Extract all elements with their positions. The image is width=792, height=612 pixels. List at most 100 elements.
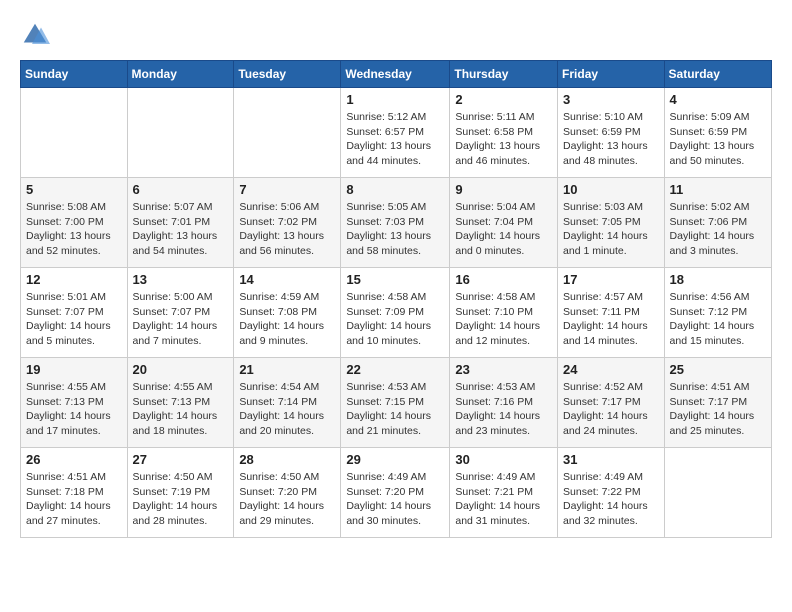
day-number: 8 (346, 182, 444, 197)
cell-content: Sunrise: 5:12 AMSunset: 6:57 PMDaylight:… (346, 110, 444, 169)
day-number: 18 (670, 272, 766, 287)
cell-content: Sunrise: 4:52 AMSunset: 7:17 PMDaylight:… (563, 380, 659, 439)
calendar-week-2: 5 Sunrise: 5:08 AMSunset: 7:00 PMDaylight… (21, 178, 772, 268)
calendar-cell: 10 Sunrise: 5:03 AMSunset: 7:05 PMDayligh… (558, 178, 665, 268)
cell-content: Sunrise: 5:00 AMSunset: 7:07 PMDaylight:… (133, 290, 229, 349)
cell-content: Sunrise: 4:51 AMSunset: 7:17 PMDaylight:… (670, 380, 766, 439)
cell-content: Sunrise: 4:58 AMSunset: 7:10 PMDaylight:… (455, 290, 552, 349)
calendar-cell: 21Sunrise: 4:54 AMSunset: 7:14 PMDayligh… (234, 358, 341, 448)
cell-content: Sunrise: 4:49 AMSunset: 7:22 PMDaylight:… (563, 470, 659, 529)
day-number: 17 (563, 272, 659, 287)
column-header-friday: Friday (558, 61, 665, 88)
cell-content: Sunrise: 4:55 AMSunset: 7:13 PMDaylight:… (133, 380, 229, 439)
calendar-week-5: 26Sunrise: 4:51 AMSunset: 7:18 PMDayligh… (21, 448, 772, 538)
day-number: 3 (563, 92, 659, 107)
cell-content: Sunrise: 5:05 AMSunset: 7:03 PMDaylight:… (346, 200, 444, 259)
calendar-cell: 11 Sunrise: 5:02 AMSunset: 7:06 PMDayligh… (664, 178, 771, 268)
day-number: 7 (239, 182, 335, 197)
column-header-wednesday: Wednesday (341, 61, 450, 88)
calendar-body: 1 Sunrise: 5:12 AMSunset: 6:57 PMDaylight… (21, 88, 772, 538)
calendar-cell (21, 88, 128, 178)
calendar-cell: 7 Sunrise: 5:06 AMSunset: 7:02 PMDaylight… (234, 178, 341, 268)
day-number: 24 (563, 362, 659, 377)
calendar-cell: 16 Sunrise: 4:58 AMSunset: 7:10 PMDayligh… (450, 268, 558, 358)
column-header-saturday: Saturday (664, 61, 771, 88)
calendar-cell: 13 Sunrise: 5:00 AMSunset: 7:07 PMDayligh… (127, 268, 234, 358)
calendar-cell: 27 Sunrise: 4:50 AMSunset: 7:19 PMDayligh… (127, 448, 234, 538)
day-number: 4 (670, 92, 766, 107)
day-number: 28 (239, 452, 335, 467)
calendar-header-row: SundayMondayTuesdayWednesdayThursdayFrid… (21, 61, 772, 88)
day-number: 23 (455, 362, 552, 377)
cell-content: Sunrise: 5:04 AMSunset: 7:04 PMDaylight:… (455, 200, 552, 259)
calendar-cell: 1 Sunrise: 5:12 AMSunset: 6:57 PMDaylight… (341, 88, 450, 178)
day-number: 22 (346, 362, 444, 377)
calendar-cell: 18Sunrise: 4:56 AMSunset: 7:12 PMDayligh… (664, 268, 771, 358)
cell-content: Sunrise: 5:01 AMSunset: 7:07 PMDaylight:… (26, 290, 122, 349)
cell-content: Sunrise: 5:03 AMSunset: 7:05 PMDaylight:… (563, 200, 659, 259)
calendar-cell: 19 Sunrise: 4:55 AMSunset: 7:13 PMDayligh… (21, 358, 128, 448)
calendar-cell: 24 Sunrise: 4:52 AMSunset: 7:17 PMDayligh… (558, 358, 665, 448)
day-number: 14 (239, 272, 335, 287)
cell-content: Sunrise: 4:53 AMSunset: 7:16 PMDaylight:… (455, 380, 552, 439)
day-number: 9 (455, 182, 552, 197)
cell-content: Sunrise: 5:08 AMSunset: 7:00 PMDaylight:… (26, 200, 122, 259)
day-number: 20 (133, 362, 229, 377)
cell-content: Sunrise: 4:58 AMSunset: 7:09 PMDaylight:… (346, 290, 444, 349)
day-number: 1 (346, 92, 444, 107)
day-number: 13 (133, 272, 229, 287)
calendar-cell: 22 Sunrise: 4:53 AMSunset: 7:15 PMDayligh… (341, 358, 450, 448)
cell-content: Sunrise: 4:57 AMSunset: 7:11 PMDaylight:… (563, 290, 659, 349)
calendar-cell: 12 Sunrise: 5:01 AMSunset: 7:07 PMDayligh… (21, 268, 128, 358)
cell-content: Sunrise: 5:02 AMSunset: 7:06 PMDaylight:… (670, 200, 766, 259)
column-header-sunday: Sunday (21, 61, 128, 88)
calendar-cell (664, 448, 771, 538)
calendar-cell: 29Sunrise: 4:49 AMSunset: 7:20 PMDayligh… (341, 448, 450, 538)
calendar-cell: 3 Sunrise: 5:10 AMSunset: 6:59 PMDaylight… (558, 88, 665, 178)
calendar-cell: 25 Sunrise: 4:51 AMSunset: 7:17 PMDayligh… (664, 358, 771, 448)
cell-content: Sunrise: 4:55 AMSunset: 7:13 PMDaylight:… (26, 380, 122, 439)
day-number: 5 (26, 182, 122, 197)
cell-content: Sunrise: 4:49 AMSunset: 7:21 PMDaylight:… (455, 470, 552, 529)
cell-content: Sunrise: 4:50 AMSunset: 7:19 PMDaylight:… (133, 470, 229, 529)
day-number: 10 (563, 182, 659, 197)
calendar-cell: 20 Sunrise: 4:55 AMSunset: 7:13 PMDayligh… (127, 358, 234, 448)
calendar-cell (127, 88, 234, 178)
calendar-cell: 23 Sunrise: 4:53 AMSunset: 7:16 PMDayligh… (450, 358, 558, 448)
calendar-week-4: 19 Sunrise: 4:55 AMSunset: 7:13 PMDayligh… (21, 358, 772, 448)
day-number: 30 (455, 452, 552, 467)
day-number: 6 (133, 182, 229, 197)
day-number: 29 (346, 452, 444, 467)
page-header (20, 20, 772, 50)
logo (20, 20, 54, 50)
day-number: 31 (563, 452, 659, 467)
cell-content: Sunrise: 5:11 AMSunset: 6:58 PMDaylight:… (455, 110, 552, 169)
column-header-thursday: Thursday (450, 61, 558, 88)
calendar-cell: 5 Sunrise: 5:08 AMSunset: 7:00 PMDaylight… (21, 178, 128, 268)
day-number: 16 (455, 272, 552, 287)
day-number: 15 (346, 272, 444, 287)
calendar-cell: 14 Sunrise: 4:59 AMSunset: 7:08 PMDayligh… (234, 268, 341, 358)
cell-content: Sunrise: 5:09 AMSunset: 6:59 PMDaylight:… (670, 110, 766, 169)
day-number: 25 (670, 362, 766, 377)
day-number: 26 (26, 452, 122, 467)
calendar-cell: 28 Sunrise: 4:50 AMSunset: 7:20 PMDayligh… (234, 448, 341, 538)
calendar-cell: 6Sunrise: 5:07 AMSunset: 7:01 PMDaylight… (127, 178, 234, 268)
calendar-cell: 26Sunrise: 4:51 AMSunset: 7:18 PMDayligh… (21, 448, 128, 538)
day-number: 12 (26, 272, 122, 287)
day-number: 21 (239, 362, 335, 377)
calendar-cell: 31 Sunrise: 4:49 AMSunset: 7:22 PMDayligh… (558, 448, 665, 538)
calendar-cell: 17 Sunrise: 4:57 AMSunset: 7:11 PMDayligh… (558, 268, 665, 358)
cell-content: Sunrise: 4:50 AMSunset: 7:20 PMDaylight:… (239, 470, 335, 529)
day-number: 27 (133, 452, 229, 467)
cell-content: Sunrise: 5:06 AMSunset: 7:02 PMDaylight:… (239, 200, 335, 259)
column-header-monday: Monday (127, 61, 234, 88)
cell-content: Sunrise: 5:10 AMSunset: 6:59 PMDaylight:… (563, 110, 659, 169)
column-header-tuesday: Tuesday (234, 61, 341, 88)
day-number: 11 (670, 182, 766, 197)
calendar-week-1: 1 Sunrise: 5:12 AMSunset: 6:57 PMDaylight… (21, 88, 772, 178)
logo-icon (20, 20, 50, 50)
day-number: 19 (26, 362, 122, 377)
cell-content: Sunrise: 4:53 AMSunset: 7:15 PMDaylight:… (346, 380, 444, 439)
cell-content: Sunrise: 4:59 AMSunset: 7:08 PMDaylight:… (239, 290, 335, 349)
